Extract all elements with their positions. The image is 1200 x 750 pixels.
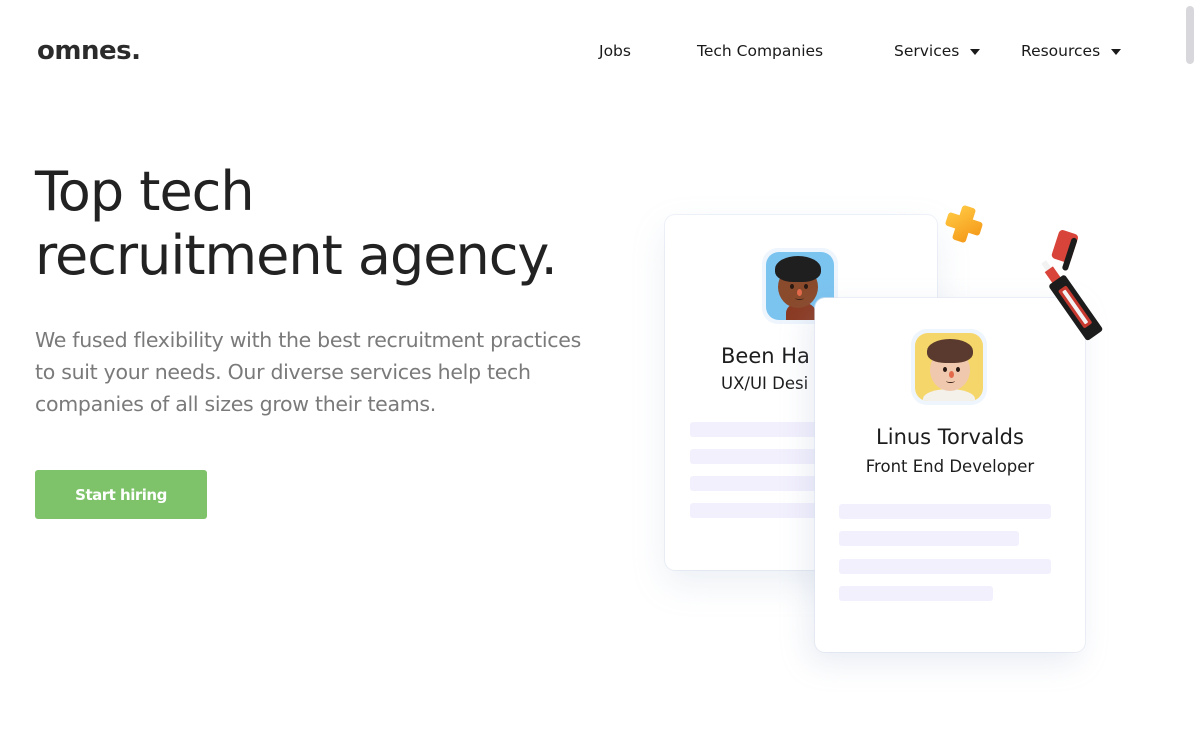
hero-title: Top tech recruitment agency.	[35, 160, 558, 288]
scrollbar-thumb[interactable]	[1186, 6, 1194, 64]
nav-label: Services	[894, 42, 960, 60]
nav-item-services[interactable]: Services	[894, 42, 981, 60]
card-role: UX/UI Desi	[721, 374, 809, 393]
hero-title-line-1: Top tech	[35, 160, 255, 223]
avatar-mouth	[946, 379, 955, 383]
avatar-frame	[911, 329, 987, 405]
avatar-nose	[797, 289, 802, 296]
marker-cap	[1051, 230, 1078, 271]
avatar-nose	[949, 371, 954, 378]
avatar-hair	[927, 339, 973, 363]
hero-title-line-2: recruitment agency.	[35, 224, 558, 287]
marker-body	[1041, 260, 1103, 341]
card-name: Linus Torvalds	[876, 425, 1024, 449]
card-role: Front End Developer	[865, 457, 1035, 476]
placeholder-line	[839, 531, 1019, 546]
caret-down-icon	[970, 48, 981, 55]
start-hiring-button[interactable]: Start hiring	[35, 470, 207, 519]
nav-label: Tech Companies	[697, 42, 824, 60]
nav-item-jobs[interactable]: Jobs	[599, 42, 631, 60]
placeholder-line	[839, 559, 1051, 574]
avatar-mouth	[795, 296, 804, 300]
nav-label: Jobs	[599, 42, 631, 60]
card-name: Been Ha	[721, 344, 810, 368]
nav-item-tech-companies[interactable]: Tech Companies	[697, 42, 823, 60]
placeholder-line	[839, 504, 1051, 519]
nav-item-resources[interactable]: Resources	[1021, 42, 1122, 60]
avatar-eye	[943, 367, 947, 372]
main-nav: Jobs Tech Companies Services Resources	[0, 42, 1200, 64]
placeholder-line	[839, 586, 993, 601]
hero-description: We fused flexibility with the best recru…	[35, 328, 581, 416]
avatar-eye	[790, 284, 794, 289]
avatar-linus	[915, 333, 983, 401]
caret-down-icon	[1111, 48, 1122, 55]
avatar-eye	[804, 284, 808, 289]
avatar-eye	[956, 367, 960, 372]
plus-icon	[936, 196, 991, 251]
avatar-hair	[775, 256, 821, 282]
nav-label: Resources	[1021, 42, 1101, 60]
highlighter-marker-icon	[1041, 230, 1103, 341]
